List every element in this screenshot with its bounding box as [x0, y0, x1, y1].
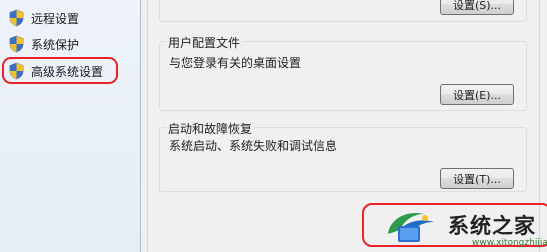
- performance-settings-button[interactable]: 设置(S)...: [440, 0, 514, 15]
- highlight-annotation: [2, 57, 118, 84]
- left-nav-pane: 远程设置 系统保护 高级系统设置: [0, 0, 140, 252]
- sidebar-item-remote-settings[interactable]: 远程设置: [8, 7, 79, 29]
- user-profiles-settings-button[interactable]: 设置(E)...: [440, 84, 514, 105]
- shield-icon: [9, 35, 24, 53]
- panel-border-left: [147, 0, 148, 252]
- group-description: 系统启动、系统失败和调试信息: [169, 139, 338, 153]
- group-title: 用户配置文件: [166, 34, 243, 51]
- sidebar-item-system-protection[interactable]: 系统保护: [8, 33, 79, 55]
- sidebar-item-label: 系统保护: [31, 37, 80, 52]
- startup-recovery-group: 启动和故障恢复 系统启动、系统失败和调试信息 设置(T)...: [159, 120, 527, 192]
- shield-icon: [9, 9, 24, 27]
- group-description: 与您登录有关的桌面设置: [169, 56, 302, 70]
- group-title: 启动和故障恢复: [166, 120, 255, 137]
- startup-recovery-settings-button[interactable]: 设置(T)...: [440, 168, 514, 189]
- watermark-url: www.xitongzhijia.net: [472, 238, 547, 248]
- sidebar-item-label: 远程设置: [31, 11, 80, 26]
- user-profiles-group: 用户配置文件 与您登录有关的桌面设置 设置(E)...: [159, 34, 527, 111]
- watermark-logo-icon: [388, 212, 434, 242]
- performance-group: 设置(S)...: [159, 0, 527, 22]
- watermark-brand: 系统之家: [448, 214, 536, 238]
